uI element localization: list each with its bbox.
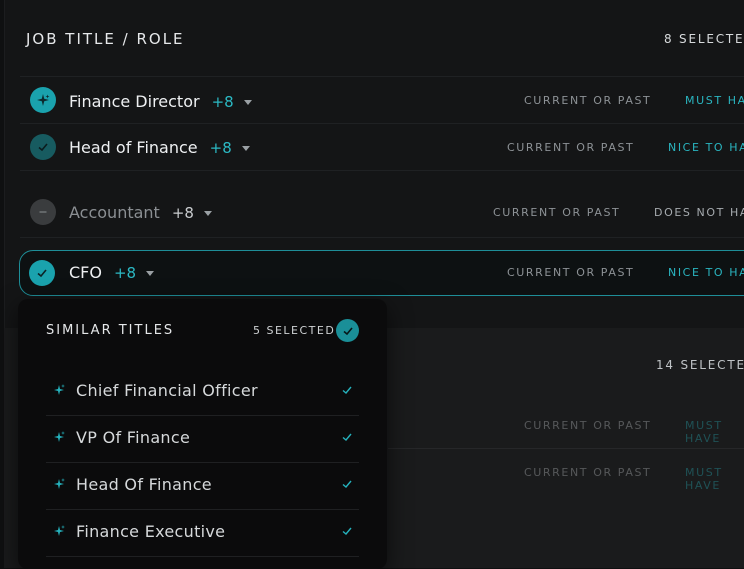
row-title[interactable]: CFO +8 — [69, 263, 155, 282]
chevron-down-icon[interactable] — [241, 146, 250, 151]
chevron-down-icon[interactable] — [203, 211, 212, 216]
time-filter[interactable]: CURRENT OR PAST — [524, 419, 651, 432]
title-row-active[interactable]: CFO +8 CURRENT OR PAST NICE TO HAVE — [19, 250, 744, 296]
priority-filter[interactable]: MUST HAVE — [685, 419, 744, 445]
time-filter[interactable]: CURRENT OR PAST — [493, 206, 620, 219]
check-icon[interactable] — [341, 431, 353, 443]
similar-title-item[interactable]: Head Of Finance — [46, 463, 359, 510]
similar-count[interactable]: +8 — [172, 204, 194, 222]
row-title[interactable]: Head of Finance +8 — [69, 138, 250, 157]
row-title-text: CFO — [69, 263, 102, 282]
row-title-text: Finance Director — [69, 92, 200, 111]
chevron-down-icon[interactable] — [243, 100, 252, 105]
similar-title-label: Head Of Finance — [76, 475, 212, 494]
check-icon[interactable] — [30, 134, 56, 160]
time-filter[interactable]: CURRENT OR PAST — [507, 141, 634, 154]
sparkle-icon[interactable] — [30, 87, 56, 113]
title-row[interactable]: Accountant +8 CURRENT OR PAST DOES NOT HA… — [20, 170, 744, 238]
similar-count[interactable]: +8 — [114, 264, 136, 282]
priority-filter[interactable]: NICE TO HAVE — [668, 266, 744, 279]
check-icon[interactable] — [341, 478, 353, 490]
row-divider — [388, 448, 744, 449]
sparkle-icon — [54, 478, 65, 489]
similar-title-item[interactable]: Chief Financial Officer — [46, 369, 359, 416]
similar-count[interactable]: +8 — [210, 139, 232, 157]
priority-filter[interactable]: MUST HAVE — [685, 466, 744, 492]
sparkle-icon — [54, 431, 65, 442]
section-title: JOB TITLE / ROLE — [26, 30, 185, 48]
sparkle-icon — [54, 525, 65, 536]
similar-title-label: Finance Executive — [76, 522, 226, 541]
similar-count[interactable]: +8 — [212, 93, 234, 111]
title-row[interactable]: Finance Director +8 CURRENT OR PAST MUST … — [20, 76, 744, 123]
similar-title-item[interactable]: Finance Executive — [46, 510, 359, 557]
selected-count: 8 SELECTED — [664, 32, 744, 46]
time-filter[interactable]: CURRENT OR PAST — [507, 266, 634, 279]
similar-title-label: Chief Financial Officer — [76, 381, 258, 400]
check-icon[interactable] — [341, 384, 353, 396]
time-filter[interactable]: CURRENT OR PAST — [524, 94, 651, 107]
row-title[interactable]: Accountant +8 — [69, 203, 212, 222]
row-title-text: Head of Finance — [69, 138, 198, 157]
priority-filter[interactable]: DOES NOT HAVE — [654, 206, 744, 219]
check-icon[interactable] — [341, 525, 353, 537]
chevron-down-icon[interactable] — [146, 271, 155, 276]
selected-count-secondary: 14 SELECTED — [656, 358, 744, 372]
sparkle-icon — [54, 384, 65, 395]
dropdown-selected-count: 5 SELECTED — [253, 324, 336, 337]
priority-filter[interactable]: NICE TO HAVE — [668, 141, 744, 154]
dropdown-title: SIMILAR TITLES — [46, 323, 175, 338]
title-row[interactable]: Head of Finance +8 CURRENT OR PAST NICE T… — [20, 123, 744, 170]
time-filter[interactable]: CURRENT OR PAST — [524, 466, 651, 479]
row-title[interactable]: Finance Director +8 — [69, 92, 252, 111]
similar-titles-dropdown: SIMILAR TITLES 5 SELECTED Chief Financia… — [18, 299, 387, 569]
priority-filter[interactable]: MUST HAVE — [685, 94, 744, 107]
row-title-text: Accountant — [69, 203, 160, 222]
similar-title-label: VP Of Finance — [76, 428, 191, 447]
similar-title-item[interactable]: VP Of Finance — [46, 416, 359, 463]
select-all-check-icon[interactable] — [336, 319, 359, 342]
check-icon[interactable] — [29, 260, 55, 286]
minus-icon[interactable] — [30, 199, 56, 225]
